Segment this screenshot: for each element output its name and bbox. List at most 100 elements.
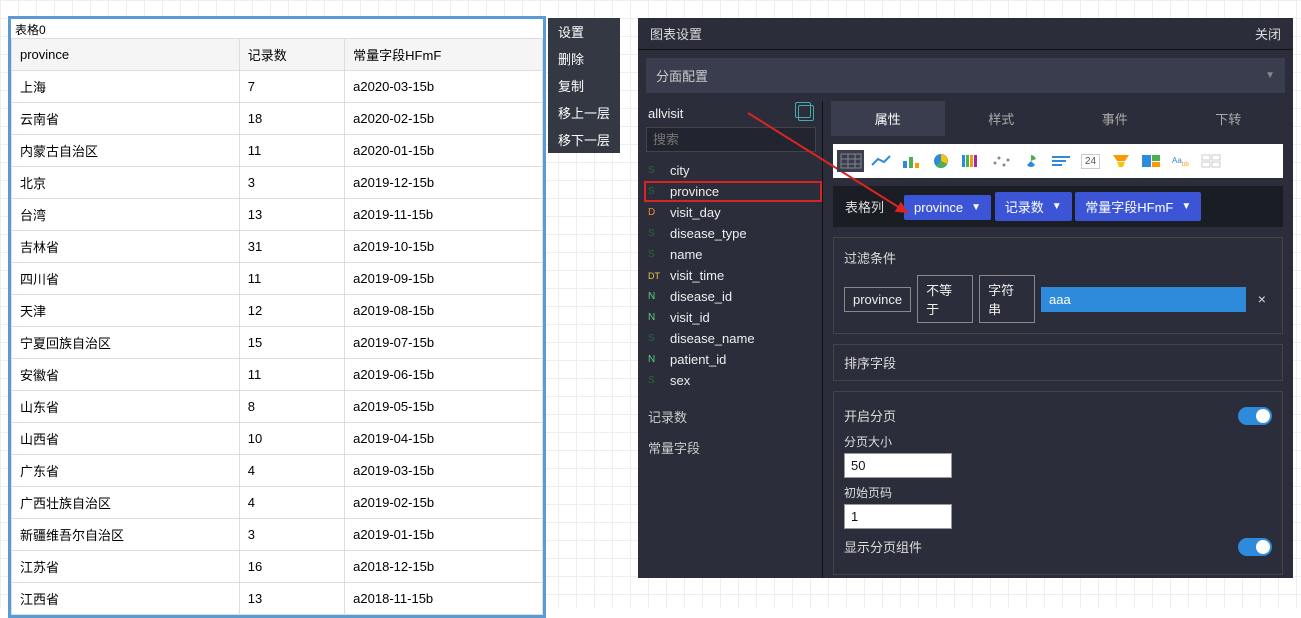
column-header[interactable]: 记录数 <box>239 39 344 71</box>
table-row: 上海7a2020-03-15b <box>12 71 543 103</box>
svg-text:Aa: Aa <box>1172 156 1182 165</box>
table-cell: 吉林省 <box>12 231 240 263</box>
field-item[interactable]: Sdisease_type <box>644 223 822 244</box>
table-cell: a2019-11-15b <box>345 199 543 231</box>
close-button[interactable]: 关闭 <box>1255 24 1281 43</box>
field-item[interactable]: Ssex <box>644 370 822 391</box>
field-item[interactable]: Dvisit_day <box>644 202 822 223</box>
table-cell: 天津 <box>12 295 240 327</box>
field-item[interactable]: Nvisit_id <box>644 307 822 328</box>
table-cell: a2019-01-15b <box>345 519 543 551</box>
field-group-item[interactable]: 常量字段 <box>644 432 822 463</box>
field-type-icon: S <box>648 228 664 239</box>
chart-type-tree[interactable] <box>1137 150 1164 172</box>
chart-type-rose[interactable] <box>1017 150 1044 172</box>
field-item[interactable]: Sname <box>644 244 822 265</box>
columns-label: 表格列 <box>835 193 894 220</box>
chevron-down-icon: ▼ <box>1052 201 1062 212</box>
filter-field-chip[interactable]: province <box>844 287 911 312</box>
chart-type-line[interactable] <box>867 150 894 172</box>
paging-show-label: 显示分页组件 <box>844 537 922 556</box>
chart-type-table[interactable] <box>837 150 864 172</box>
config-column: 属性样式事件下转 24Aabb 表格列 province▼ 记录数▼ 常量字段H… <box>823 101 1293 578</box>
field-name: name <box>670 247 703 262</box>
filter-remove-button[interactable]: × <box>1252 291 1272 307</box>
chevron-down-icon: ▼ <box>1181 201 1191 212</box>
chevron-down-icon: ▼ <box>1265 70 1275 81</box>
field-item[interactable]: Scity <box>644 160 822 181</box>
table-row: 云南省18a2020-02-15b <box>12 103 543 135</box>
field-type-icon: N <box>648 354 664 365</box>
chart-settings-panel: 图表设置 关闭 分面配置 ▼ allvisit ScitySprovinceDv… <box>638 18 1293 578</box>
field-item[interactable]: Npatient_id <box>644 349 822 370</box>
field-item[interactable]: Sdisease_name <box>644 328 822 349</box>
chart-type-word[interactable]: Aabb <box>1167 150 1194 172</box>
config-tab[interactable]: 样式 <box>945 101 1059 136</box>
chart-type-bar[interactable] <box>897 150 924 172</box>
column-header[interactable]: province <box>12 39 240 71</box>
chart-type-pie[interactable] <box>927 150 954 172</box>
table-widget[interactable]: 表格0 province记录数常量字段HFmF 上海7a2020-03-15b云… <box>8 16 546 618</box>
filter-type-chip[interactable]: 字符串 <box>979 275 1035 323</box>
pill-label: 常量字段HFmF <box>1085 197 1173 216</box>
chart-type-num24[interactable]: 24 <box>1077 150 1104 172</box>
chart-type-scatter[interactable] <box>987 150 1014 172</box>
table-row: 江西省13a2018-11-15b <box>12 583 543 615</box>
table-cell: 云南省 <box>12 103 240 135</box>
config-tab[interactable]: 下转 <box>1172 101 1286 136</box>
column-pill[interactable]: province▼ <box>904 195 991 220</box>
table-cell: a2020-02-15b <box>345 103 543 135</box>
table-cell: 江西省 <box>12 583 240 615</box>
table-cell: 江苏省 <box>12 551 240 583</box>
config-tab[interactable]: 事件 <box>1058 101 1172 136</box>
paging-show-switch[interactable] <box>1238 538 1272 556</box>
table-cell: 12 <box>239 295 344 327</box>
column-pill[interactable]: 常量字段HFmF ▼ <box>1075 192 1201 221</box>
context-menu-item[interactable]: 设置 <box>548 18 620 45</box>
field-group-item[interactable]: 记录数 <box>644 401 822 432</box>
field-item[interactable]: DTvisit_time <box>644 265 822 286</box>
field-type-icon: S <box>648 333 664 344</box>
field-type-icon: S <box>648 165 664 176</box>
chart-type-list[interactable] <box>1047 150 1074 172</box>
table-row: 四川省11a2019-09-15b <box>12 263 543 295</box>
context-menu-item[interactable]: 移上一层 <box>548 99 620 126</box>
page-size-input[interactable] <box>844 453 952 478</box>
table-row: 安徽省11a2019-06-15b <box>12 359 543 391</box>
column-pill[interactable]: 记录数▼ <box>995 192 1072 221</box>
table-cell: a2020-01-15b <box>345 135 543 167</box>
context-menu-item[interactable]: 删除 <box>548 45 620 72</box>
field-name: patient_id <box>670 352 726 367</box>
field-search-input[interactable] <box>646 127 816 152</box>
table-cell: 7 <box>239 71 344 103</box>
field-type-icon: DT <box>648 271 664 281</box>
section-label: 分面配置 <box>656 66 708 85</box>
page-init-input[interactable] <box>844 504 952 529</box>
context-menu-item[interactable]: 移下一层 <box>548 126 620 153</box>
table-cell: 4 <box>239 455 344 487</box>
field-type-icon: S <box>648 375 664 386</box>
config-tab[interactable]: 属性 <box>831 101 945 136</box>
table-cell: a2019-10-15b <box>345 231 543 263</box>
filter-value-input[interactable] <box>1041 287 1246 312</box>
column-header[interactable]: 常量字段HFmF <box>345 39 543 71</box>
context-menu-item[interactable]: 复制 <box>548 72 620 99</box>
table-row: 吉林省31a2019-10-15b <box>12 231 543 263</box>
field-item[interactable]: Sprovince <box>644 181 822 202</box>
table-cell: a2019-08-15b <box>345 295 543 327</box>
field-item[interactable]: Ndisease_id <box>644 286 822 307</box>
table-cell: 3 <box>239 167 344 199</box>
copy-icon[interactable] <box>798 105 814 121</box>
svg-text:bb: bb <box>1182 162 1189 168</box>
panel-title: 图表设置 <box>650 24 702 43</box>
facet-config-section[interactable]: 分面配置 ▼ <box>646 58 1285 93</box>
paging-enable-label: 开启分页 <box>844 406 896 425</box>
chart-type-grid[interactable] <box>1197 150 1224 172</box>
paging-enable-switch[interactable] <box>1238 407 1272 425</box>
field-name: disease_id <box>670 289 732 304</box>
chart-type-colbar[interactable] <box>957 150 984 172</box>
table-row: 山西省10a2019-04-15b <box>12 423 543 455</box>
sort-box[interactable]: 排序字段 <box>833 344 1283 381</box>
filter-op-chip[interactable]: 不等于 <box>917 275 973 323</box>
chart-type-funnel[interactable] <box>1107 150 1134 172</box>
